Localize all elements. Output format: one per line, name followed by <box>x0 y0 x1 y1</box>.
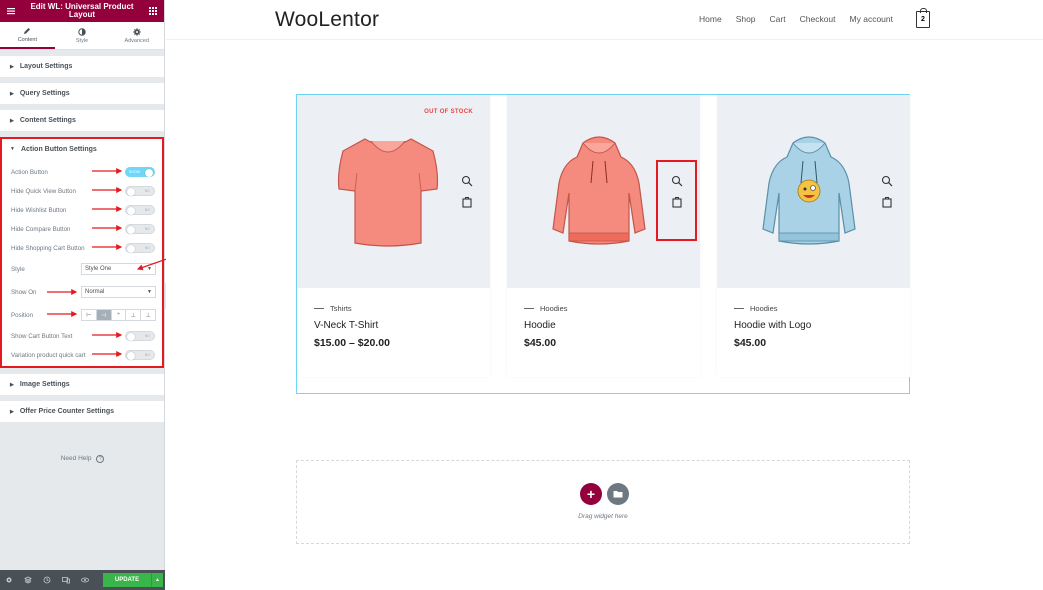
tab-content-label: Content <box>17 36 37 43</box>
nav-cart[interactable]: Cart <box>770 14 786 24</box>
category-dash <box>734 308 744 309</box>
history-icon[interactable] <box>42 575 52 585</box>
section-action-button-settings: ▼ Action Button Settings Action Button SH… <box>0 137 185 368</box>
category-dash <box>314 308 324 309</box>
panel-tabs: Content Style Advanced <box>0 22 164 50</box>
settings-icon[interactable] <box>4 575 14 585</box>
product-category[interactable]: Hoodies <box>734 304 778 313</box>
quick-view-search-icon[interactable] <box>461 175 473 187</box>
tshirt-image <box>337 138 439 247</box>
tab-style-label: Style <box>75 37 89 44</box>
section-label: Query Settings <box>19 90 70 97</box>
responsive-icon[interactable] <box>61 575 71 585</box>
navigator-icon[interactable] <box>23 575 33 585</box>
category-label: Tshirts <box>330 304 352 313</box>
hoodie-image <box>552 136 646 245</box>
caret-right-icon: ▶ <box>10 408 14 415</box>
tab-advanced-label: Advanced <box>124 37 149 44</box>
product-category[interactable]: Hoodies <box>524 304 568 313</box>
category-dash <box>524 308 534 309</box>
gear-icon <box>132 27 141 36</box>
quick-view-search-icon[interactable] <box>881 175 893 187</box>
need-help-label: Need Help <box>60 455 92 462</box>
product-card[interactable]: Hoodies Hoodie with Logo $45.00 <box>717 95 910 377</box>
preview-canvas: WooLentor Home Shop Cart Checkout My acc… <box>166 0 1043 590</box>
product-card[interactable]: Hoodies Hoodie $45.00 <box>507 95 700 377</box>
nav-shop[interactable]: Shop <box>736 14 756 24</box>
cart-count: 2 <box>921 16 925 23</box>
product-image-area[interactable] <box>717 95 910 288</box>
product-name[interactable]: Hoodie with Logo <box>734 320 811 331</box>
category-label: Hoodies <box>540 304 568 313</box>
tab-advanced[interactable]: Advanced <box>109 22 164 49</box>
annotation-arrows <box>47 168 185 357</box>
caret-right-icon: ▶ <box>10 90 14 97</box>
template-library-folder-icon[interactable] <box>607 483 629 505</box>
section-offer-price-counter[interactable]: ▶ Offer Price Counter Settings <box>0 401 164 422</box>
site-logo[interactable]: WooLentor <box>275 8 379 32</box>
tab-style[interactable]: Style <box>55 22 110 49</box>
cart-bag-icon[interactable]: 2 <box>916 8 930 28</box>
site-header: WooLentor Home Shop Cart Checkout My acc… <box>166 0 1043 40</box>
add-to-cart-bag-icon[interactable] <box>461 196 473 208</box>
preview-eye-icon[interactable] <box>80 575 90 585</box>
caret-right-icon: ▶ <box>10 63 14 70</box>
panel-header: Edit WL: Universal Product Layout <box>0 0 164 22</box>
hamburger-menu-icon[interactable] <box>6 6 16 16</box>
section-label: Content Settings <box>19 117 76 124</box>
product-price: $45.00 <box>524 337 557 349</box>
editor-panel: Edit WL: Universal Product Layout Conten… <box>0 0 185 590</box>
product-name[interactable]: V-Neck T-Shirt <box>314 320 378 331</box>
product-image-area[interactable]: OUT OF STOCK <box>297 95 490 288</box>
nav-home[interactable]: Home <box>699 14 722 24</box>
section-label: Layout Settings <box>19 63 73 70</box>
need-help-link[interactable]: Need Help ? <box>0 455 165 463</box>
panel-footer: UPDATE ▲ <box>0 570 165 590</box>
section-image-settings[interactable]: ▶ Image Settings <box>0 374 164 395</box>
add-to-cart-bag-icon[interactable] <box>881 196 893 208</box>
product-image-area[interactable] <box>507 95 700 288</box>
section-layout-settings[interactable]: ▶ Layout Settings <box>0 56 164 77</box>
update-options-caret-icon[interactable]: ▲ <box>151 573 163 587</box>
hoodie-logo-image <box>762 136 856 245</box>
nav-my-account[interactable]: My account <box>850 14 893 24</box>
section-content-settings[interactable]: ▶ Content Settings <box>0 110 164 131</box>
nav-checkout[interactable]: Checkout <box>800 14 836 24</box>
section-label: Image Settings <box>19 381 70 388</box>
widgets-grid-icon[interactable] <box>148 6 158 16</box>
section-label: Offer Price Counter Settings <box>19 408 114 415</box>
drag-widget-hint: Drag widget here <box>578 513 628 520</box>
tab-content[interactable]: Content <box>0 22 55 49</box>
caret-right-icon: ▶ <box>10 381 14 388</box>
help-circle-icon: ? <box>96 455 105 463</box>
product-card[interactable]: OUT OF STOCK Tshirts V-Neck T-Shirt $15.… <box>297 95 490 377</box>
contrast-icon <box>78 27 86 36</box>
panel-title-line2: Layout <box>68 10 96 19</box>
panel-title: Edit WL: Universal Product Layout <box>16 3 148 19</box>
widget-drop-area[interactable]: + Drag widget here <box>296 460 910 544</box>
product-price: $45.00 <box>734 337 767 349</box>
category-label: Hoodies <box>750 304 778 313</box>
product-category[interactable]: Tshirts <box>314 304 352 313</box>
pencil-icon <box>24 27 31 34</box>
update-button[interactable]: UPDATE <box>103 573 151 587</box>
editor-screen: Edit WL: Universal Product Layout Conten… <box>0 0 1043 590</box>
out-of-stock-badge: OUT OF STOCK <box>424 109 473 115</box>
add-section-plus-icon[interactable]: + <box>580 483 602 505</box>
product-grid: OUT OF STOCK Tshirts V-Neck T-Shirt $15.… <box>296 94 910 394</box>
caret-right-icon: ▶ <box>10 117 14 124</box>
site-nav: Home Shop Cart Checkout My account <box>699 14 907 24</box>
action-buttons-highlight <box>656 160 697 241</box>
product-name[interactable]: Hoodie <box>524 320 556 331</box>
product-price: $15.00 – $20.00 <box>314 337 390 349</box>
section-query-settings[interactable]: ▶ Query Settings <box>0 83 164 104</box>
